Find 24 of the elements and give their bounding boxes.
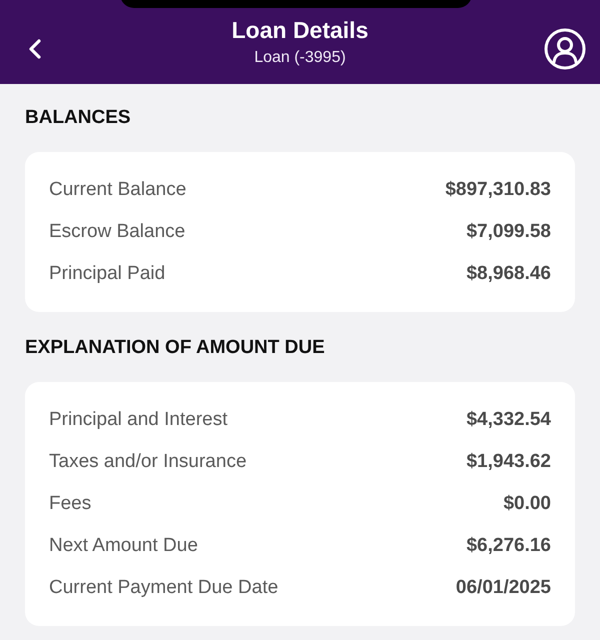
detail-value: 06/01/2025 xyxy=(456,577,551,599)
back-button[interactable] xyxy=(28,38,42,60)
section-heading: BALANCES xyxy=(25,106,132,130)
page-subtitle: Loan (-3995) xyxy=(254,48,346,68)
detail-label: Current Balance xyxy=(49,179,186,201)
detail-value: $7,099.58 xyxy=(466,221,551,243)
chevron-left-icon xyxy=(28,38,42,60)
detail-label: Taxes and/or Insurance xyxy=(49,451,247,473)
detail-label: Principal and Interest xyxy=(49,409,228,431)
detail-value: $897,310.83 xyxy=(445,179,551,201)
detail-label: Fees xyxy=(49,493,92,515)
page-title: Loan Details xyxy=(232,16,368,44)
detail-label: Escrow Balance xyxy=(49,221,186,243)
detail-label: Current Payment Due Date xyxy=(49,577,278,599)
detail-label: Principal Paid xyxy=(49,263,166,285)
detail-value: $1,943.62 xyxy=(466,451,551,473)
detail-label: Next Amount Due xyxy=(49,535,198,557)
detail-value: $8,968.46 xyxy=(466,263,551,285)
profile-button[interactable] xyxy=(544,28,586,70)
detail-value: $0.00 xyxy=(503,493,551,515)
user-circle-icon xyxy=(544,28,586,70)
detail-value: $6,276.16 xyxy=(466,535,551,557)
section-heading: EXPLANATION OF AMOUNT DUE xyxy=(25,336,326,360)
detail-value: $4,332.54 xyxy=(466,409,551,431)
